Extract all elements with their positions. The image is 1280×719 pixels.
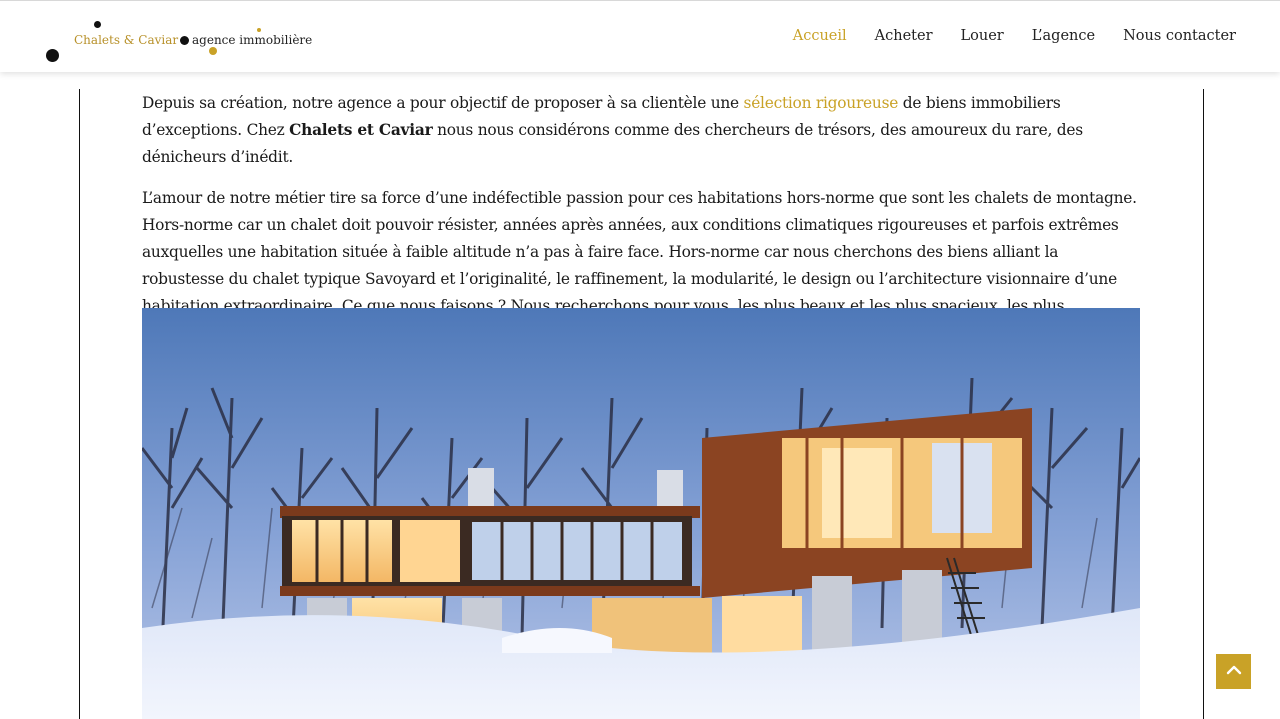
back-to-top-button[interactable] xyxy=(1216,654,1251,689)
site-header: Chalets & Caviar agence immobilière Accu… xyxy=(0,0,1280,72)
site-logo[interactable]: Chalets & Caviar agence immobilière xyxy=(40,15,313,65)
chalet-photo xyxy=(142,308,1140,719)
logo-dot xyxy=(257,28,261,32)
nav-item-louer[interactable]: Louer xyxy=(961,28,1004,44)
frame-border-left xyxy=(79,89,80,719)
main-nav: Accueil Acheter Louer L’agence Nous cont… xyxy=(793,28,1236,44)
logo-dot xyxy=(209,47,217,55)
logo-tagline: agence immobilière xyxy=(192,33,313,47)
nav-item-acheter[interactable]: Acheter xyxy=(875,28,933,44)
intro-paragraph: Depuis sa création, notre agence a pour … xyxy=(142,90,1140,171)
frame-border-right xyxy=(1203,89,1204,719)
logo-brand-name: Chalets & Caviar xyxy=(74,33,179,47)
selection-link[interactable]: sélection rigoureuse xyxy=(744,94,899,112)
brand-bold: Chalets et Caviar xyxy=(289,121,433,139)
logo-dot xyxy=(180,36,189,45)
nav-item-contact[interactable]: Nous contacter xyxy=(1123,28,1236,44)
logo-dot xyxy=(94,21,101,28)
chevron-up-icon xyxy=(1225,661,1243,683)
intro-text: Depuis sa création, notre agence a pour … xyxy=(142,94,744,112)
nav-item-accueil[interactable]: Accueil xyxy=(793,28,847,44)
nav-item-agence[interactable]: L’agence xyxy=(1032,28,1095,44)
logo-dot xyxy=(46,49,59,62)
